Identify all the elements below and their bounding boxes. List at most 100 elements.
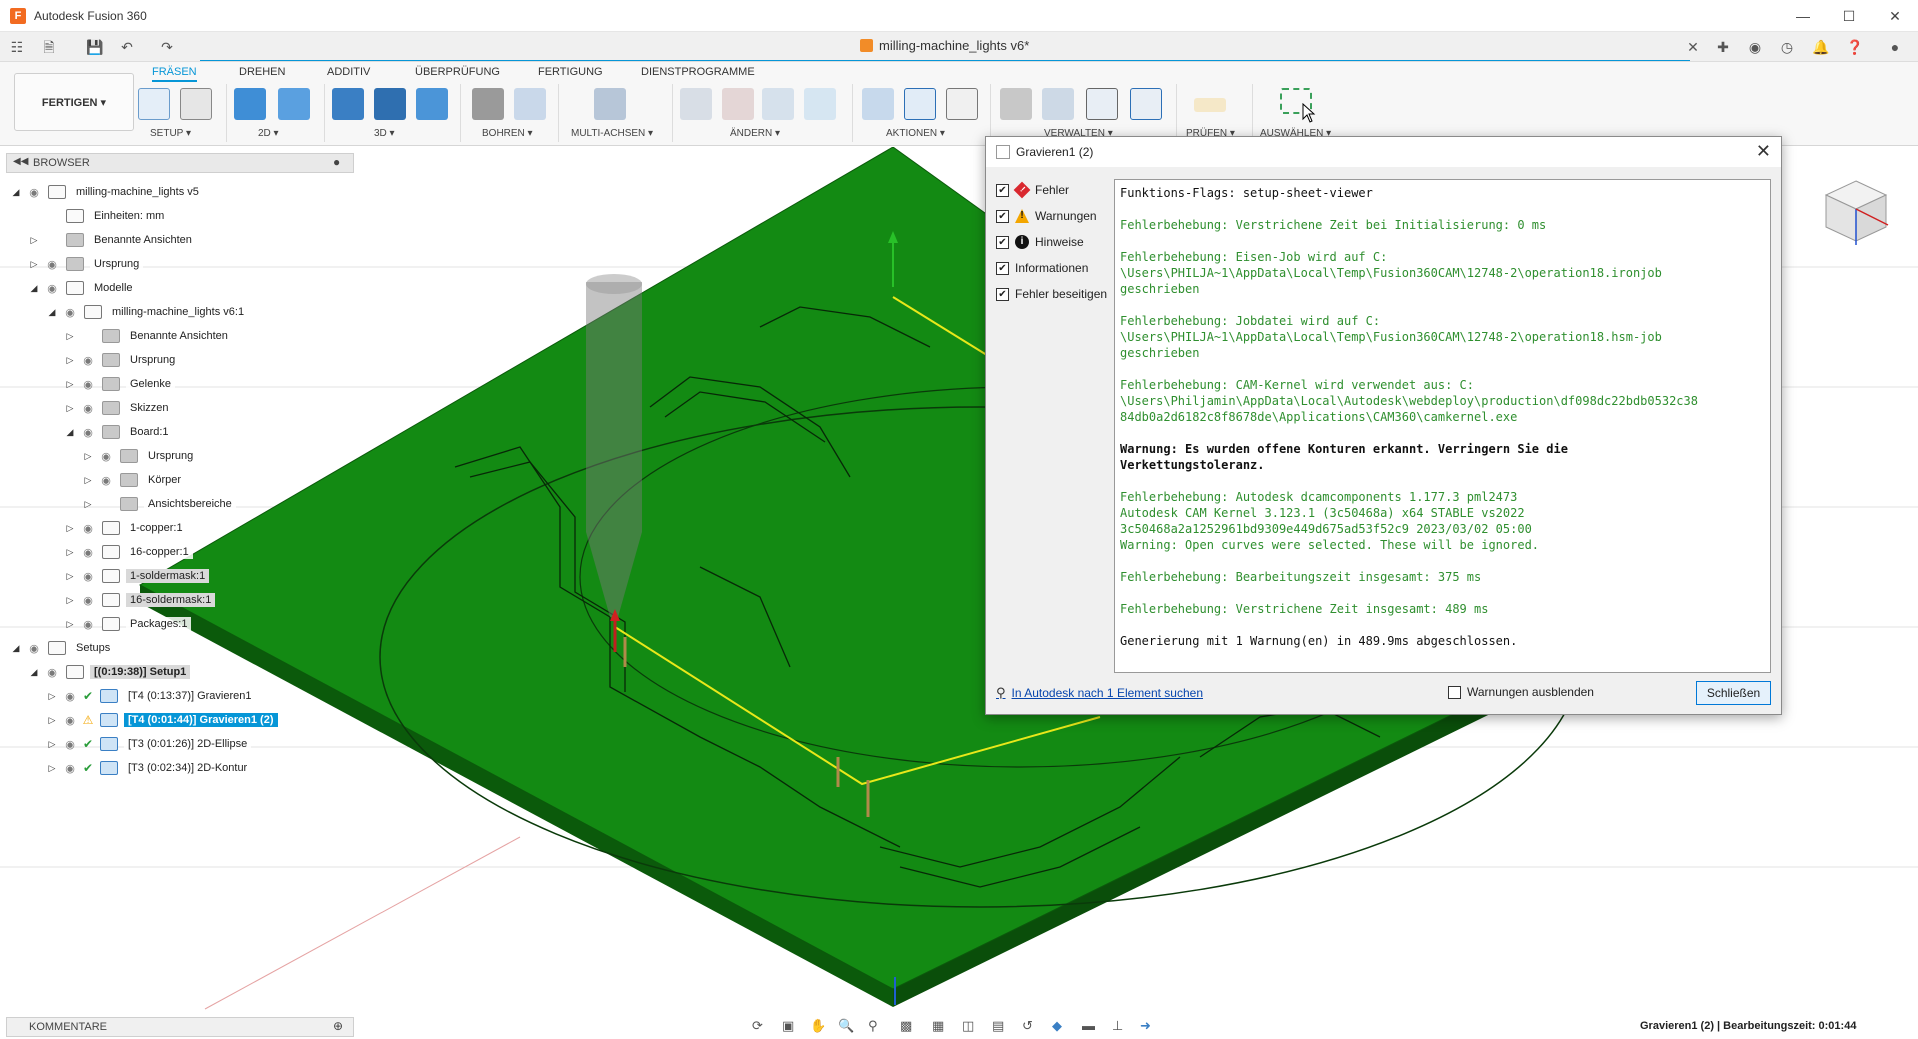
hide-warnings-box[interactable] (1448, 685, 1461, 699)
tree-item[interactable]: ◢ ◉ Board:1 (8, 420, 354, 444)
filter-checkbox[interactable]: ✔ (996, 261, 1009, 275)
expand-arrow-icon[interactable]: ▷ (80, 451, 96, 462)
collapse-panel-icon[interactable]: ◀◀ (13, 156, 28, 167)
tab-ueberpruefung[interactable]: ÜBERPRÜFUNG (415, 66, 500, 78)
3d-adaptive-icon[interactable] (332, 88, 364, 120)
expand-arrow-icon[interactable]: ▷ (62, 331, 78, 342)
viewports-icon[interactable]: ◫ (962, 1018, 974, 1034)
tree-item[interactable]: ▷ ◉ ✔ [T4 (0:13:37)] Gravieren1 (8, 684, 354, 708)
group-aendern[interactable]: ÄNDERN ▾ (730, 128, 780, 139)
measure-icon[interactable] (1194, 98, 1226, 112)
look-at-icon[interactable]: ▣ (782, 1018, 794, 1034)
visibility-eye-icon[interactable]: ◉ (78, 522, 98, 535)
tab-fraesen[interactable]: FRÄSEN (152, 66, 197, 82)
dialog-title-bar[interactable]: Gravieren1 (2) ✕ (986, 137, 1781, 167)
help-icon[interactable]: ❓ (1846, 38, 1864, 56)
tree-item[interactable]: ▷ ◉ 16-soldermask:1 (8, 588, 354, 612)
collapse-arrow-icon[interactable]: ◢ (26, 283, 42, 294)
tool-library-icon[interactable] (1000, 88, 1032, 120)
visibility-eye-icon[interactable]: ◉ (78, 618, 98, 631)
visibility-eye-icon[interactable]: ◉ (60, 306, 80, 319)
2d-adaptive-icon[interactable] (234, 88, 266, 120)
toolpath-display-icon[interactable]: ▬ (1082, 1018, 1095, 1033)
3d-pocket-icon[interactable] (374, 88, 406, 120)
tree-item[interactable]: ▷ ◉ ⚠ [T4 (0:01:44)] Gravieren1 (2) (8, 708, 354, 732)
visibility-eye-icon[interactable]: ◉ (78, 570, 98, 583)
add-comment-icon[interactable]: ⊕ (333, 1019, 343, 1033)
tree-item[interactable]: ◢ ◉ [(0:19:38)] Setup1 (8, 660, 354, 684)
expand-arrow-icon[interactable]: ▷ (80, 499, 96, 510)
modify-cut-icon[interactable] (680, 88, 712, 120)
document-tab[interactable]: milling-machine_lights v6* (860, 38, 1029, 53)
rotate-view-icon[interactable]: ↺ (1022, 1018, 1033, 1034)
view-cube[interactable] (1820, 175, 1892, 247)
tab-drehen[interactable]: DREHEN (239, 66, 285, 78)
expand-arrow-icon[interactable]: ▷ (44, 739, 60, 750)
visibility-eye-icon[interactable]: ◉ (60, 714, 80, 727)
tree-item[interactable]: Einheiten: mm (8, 204, 354, 228)
orbit-icon[interactable]: ⟳ (752, 1018, 763, 1034)
grid-icon[interactable]: ▦ (932, 1018, 944, 1034)
hide-warnings-checkbox[interactable]: Warnungen ausblenden (1448, 685, 1594, 699)
tab-fertigung[interactable]: FERTIGUNG (538, 66, 603, 78)
tree-item[interactable]: ◢ ◉ Setups (8, 636, 354, 660)
fit-icon[interactable]: ⚲ (868, 1018, 878, 1034)
tree-item[interactable]: ▷ Benannte Ansichten (8, 324, 354, 348)
tree-item[interactable]: ◢ ◉ milling-machine_lights v6:1 (8, 300, 354, 324)
expand-arrow-icon[interactable]: ▷ (26, 259, 42, 270)
expand-arrow-icon[interactable]: ▷ (62, 379, 78, 390)
tree-item[interactable]: ▷ ◉ Packages:1 (8, 612, 354, 636)
visibility-eye-icon[interactable]: ◉ (60, 690, 80, 703)
group-2d[interactable]: 2D ▾ (258, 128, 279, 139)
filter-checkbox[interactable]: ✔ (996, 235, 1009, 249)
redo-icon[interactable]: ↷ (158, 38, 176, 56)
visibility-eye-icon[interactable]: ◉ (42, 258, 62, 271)
dialog-close-icon[interactable]: ✕ (1756, 141, 1771, 162)
notifications-icon[interactable]: 🔔 (1812, 38, 1830, 56)
job-status-icon[interactable]: ◷ (1778, 38, 1796, 56)
modify-delete-icon[interactable] (722, 88, 754, 120)
visibility-eye-icon[interactable]: ◉ (24, 186, 44, 199)
close-button[interactable]: Schließen (1696, 681, 1771, 705)
workspace-switcher[interactable]: FERTIGEN ▾ (14, 73, 134, 131)
drill-icon[interactable] (472, 88, 504, 120)
expand-arrow-icon[interactable]: ▷ (44, 691, 60, 702)
3d-parallel-icon[interactable] (416, 88, 448, 120)
expand-arrow-icon[interactable]: ▷ (62, 547, 78, 558)
filter-checkbox[interactable]: ✔ (996, 183, 1009, 197)
group-bohren[interactable]: BOHREN ▾ (482, 128, 533, 139)
multi-axis-icon[interactable] (594, 88, 626, 120)
tree-item[interactable]: ▷ Benannte Ansichten (8, 228, 354, 252)
comments-panel[interactable]: KOMMENTARE ⊕ (6, 1017, 354, 1037)
expand-arrow-icon[interactable]: ▷ (26, 235, 42, 246)
visibility-eye-icon[interactable]: ◉ (24, 642, 44, 655)
expand-arrow-icon[interactable]: ▷ (62, 595, 78, 606)
visibility-eye-icon[interactable]: ◉ (78, 594, 98, 607)
expand-arrow-icon[interactable]: ▷ (62, 355, 78, 366)
simulate-icon[interactable] (862, 88, 894, 120)
display-settings-icon[interactable]: ▩ (900, 1018, 912, 1034)
search-autodesk-link[interactable]: ⚲ In Autodesk nach 1 Element suchen (996, 685, 1203, 701)
browser-panel-header[interactable]: ◀◀ BROWSER ● (6, 153, 354, 173)
group-aktionen[interactable]: AKTIONEN ▾ (886, 128, 945, 139)
tree-item[interactable]: ▷ Ansichtsbereiche (8, 492, 354, 516)
group-3d[interactable]: 3D ▾ (374, 128, 395, 139)
browser-pin-icon[interactable]: ● (333, 155, 340, 169)
simulation-icon[interactable]: ➜ (1140, 1018, 1151, 1034)
post-library-icon[interactable] (1086, 88, 1118, 120)
extensions-icon[interactable]: ◉ (1746, 38, 1764, 56)
visibility-eye-icon[interactable]: ◉ (42, 666, 62, 679)
visibility-eye-icon[interactable]: ◉ (42, 282, 62, 295)
visibility-eye-icon[interactable]: ◉ (60, 738, 80, 751)
post-process-icon[interactable] (904, 88, 936, 120)
section-icon[interactable]: ▤ (992, 1018, 1004, 1034)
visibility-eye-icon[interactable]: ◉ (60, 762, 80, 775)
folder-setup-icon[interactable] (180, 88, 212, 120)
tree-item[interactable]: ▷ ◉ Ursprung (8, 444, 354, 468)
minimize-icon[interactable]: — (1780, 0, 1826, 32)
collapse-arrow-icon[interactable]: ◢ (44, 307, 60, 318)
expand-arrow-icon[interactable]: ▷ (44, 715, 60, 726)
message-log[interactable]: Funktions-Flags: setup-sheet-viewer Fehle… (1114, 179, 1771, 673)
visibility-eye-icon[interactable]: ◉ (78, 378, 98, 391)
expand-arrow-icon[interactable]: ▷ (62, 403, 78, 414)
